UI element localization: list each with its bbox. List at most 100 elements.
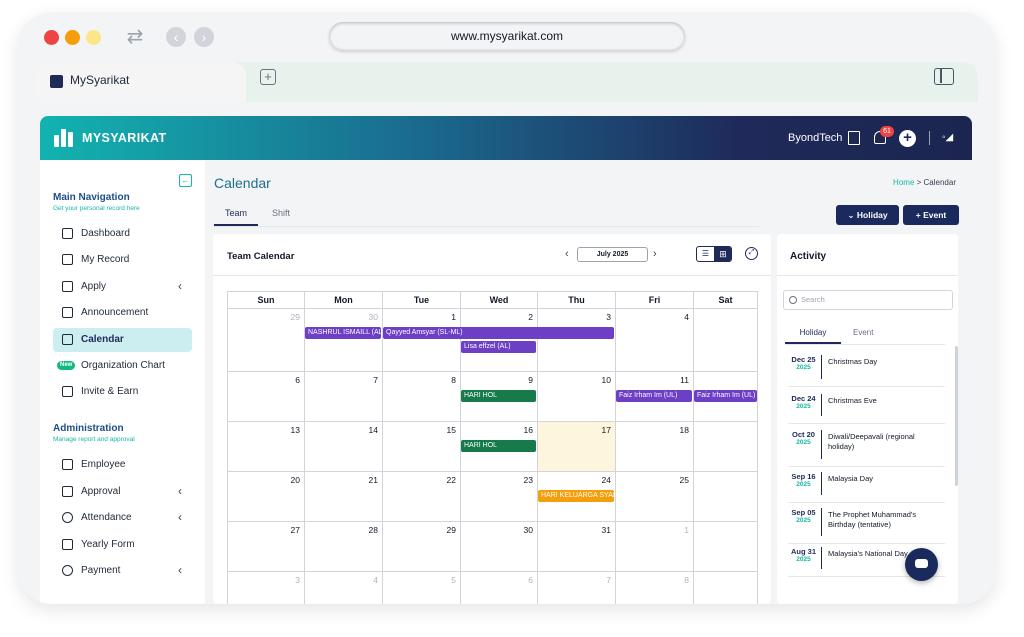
user-menu-icon[interactable]: ◦◢: [942, 132, 956, 143]
calendar-day-cell[interactable]: 14: [304, 422, 382, 472]
holiday-item[interactable]: Sep 16 2025 Malaysia Day: [788, 472, 945, 503]
folder-icon: [62, 254, 73, 265]
calendar-day-cell[interactable]: [693, 422, 758, 472]
calendar-day-cell[interactable]: 7: [537, 572, 615, 604]
company-name[interactable]: ByondTech: [788, 132, 842, 144]
calendar-event[interactable]: Faiz Irham Im (UL): [694, 390, 757, 402]
calendar-event[interactable]: Lisa effzel (AL): [461, 341, 536, 353]
calendar-day-cell[interactable]: 3: [227, 572, 304, 604]
calendar-day-cell[interactable]: 25: [615, 472, 693, 522]
calendar-day-cell[interactable]: 20: [227, 472, 304, 522]
activity-tab-holiday[interactable]: Holiday: [785, 328, 841, 344]
building-icon[interactable]: [848, 131, 860, 145]
calendar-day-cell[interactable]: 23: [460, 472, 537, 522]
sidebar-item-announcement[interactable]: Announcement: [53, 301, 192, 325]
activity-title: Activity: [790, 251, 827, 262]
calendar-day-cell[interactable]: 17: [537, 422, 615, 472]
sidebar-item-calendar[interactable]: Calendar: [53, 328, 192, 352]
grid-view-icon[interactable]: ⊞: [714, 247, 731, 261]
calendar-day-cell[interactable]: 4: [304, 572, 382, 604]
new-tab-icon[interactable]: +: [260, 69, 276, 85]
calendar-event[interactable]: HARI HOL: [461, 390, 536, 402]
calendar-day-cell[interactable]: 28: [304, 522, 382, 572]
sidebar-item-label: Invite & Earn: [81, 386, 139, 397]
sidebar-toggle-icon[interactable]: [934, 68, 954, 85]
calendar-day-cell[interactable]: [693, 522, 758, 572]
address-bar[interactable]: www.mysyarikat.com: [329, 22, 685, 50]
weekday-label: Mon: [304, 292, 382, 309]
minimize-window-button[interactable]: [65, 30, 80, 45]
sidebar-item-payment[interactable]: Payment ‹: [53, 559, 192, 583]
tab-shift[interactable]: Shift: [272, 206, 290, 226]
calendar-day-cell[interactable]: 29: [227, 309, 304, 372]
calendar-day-cell[interactable]: 15: [382, 422, 460, 472]
calendar-day-cell[interactable]: 6: [460, 572, 537, 604]
holiday-item[interactable]: Oct 20 2025 Diwali/Deepavali (regional hol…: [788, 430, 945, 467]
holiday-item[interactable]: Dec 24 2025 Christmas Eve: [788, 394, 945, 424]
sidebar-item-apply[interactable]: Apply ‹: [53, 275, 192, 299]
calendar-day-cell[interactable]: 8: [615, 572, 693, 604]
tab-team[interactable]: Team: [214, 206, 258, 226]
calendar-day-cell[interactable]: 10: [537, 372, 615, 422]
calendar-day-cell[interactable]: [693, 572, 758, 604]
sidebar-item-my-record[interactable]: My Record: [53, 248, 192, 272]
calendar-day-cell[interactable]: [693, 472, 758, 522]
calendar-day-cell[interactable]: 22: [382, 472, 460, 522]
next-month-button[interactable]: ›: [653, 248, 657, 260]
add-circle-button[interactable]: +: [899, 130, 916, 147]
sidebar-item-approval[interactable]: Approval ‹: [53, 480, 192, 504]
calendar-day-cell[interactable]: [693, 309, 758, 372]
expand-icon[interactable]: ⤢: [745, 247, 758, 260]
back-button[interactable]: ‹: [166, 27, 186, 47]
holiday-item[interactable]: Dec 25 2025 Christmas Day: [788, 355, 945, 387]
list-view-icon[interactable]: ☰: [697, 247, 714, 261]
holiday-item[interactable]: Sep 05 2025 The Prophet Muhammad's Birthda…: [788, 508, 945, 544]
calendar-day-cell[interactable]: 1: [382, 309, 460, 372]
browser-tab[interactable]: MySyarikat: [36, 62, 246, 102]
announcement-icon: [62, 307, 73, 318]
activity-search-input[interactable]: Search: [783, 290, 953, 310]
search-icon: [789, 296, 797, 304]
calendar-event[interactable]: HARI KELUARGA SYARIKAT: [538, 490, 614, 502]
calendar-day-cell[interactable]: 1: [615, 522, 693, 572]
chat-button[interactable]: [905, 548, 938, 581]
month-selector[interactable]: July 2025: [577, 247, 648, 262]
calendar-day-cell[interactable]: 7: [304, 372, 382, 422]
close-window-button[interactable]: [44, 30, 59, 45]
sync-icon[interactable]: ⇄: [124, 26, 146, 48]
holiday-name: Diwali/Deepavali (regional holiday): [828, 432, 915, 451]
calendar-event[interactable]: Faiz Irham Im (UL): [616, 390, 692, 402]
calendar-day-cell[interactable]: 4: [615, 309, 693, 372]
sidebar-item-organization-chart[interactable]: New Organization Chart: [53, 354, 192, 378]
sidebar-item-employee[interactable]: Employee: [53, 453, 192, 477]
sidebar-item-attendance[interactable]: Attendance ‹: [53, 506, 192, 530]
calendar-day-cell[interactable]: 27: [227, 522, 304, 572]
sidebar-item-invite-earn[interactable]: Invite & Earn: [53, 380, 192, 404]
calendar-day-cell[interactable]: 30: [460, 522, 537, 572]
maximize-window-button[interactable]: [86, 30, 101, 45]
collapse-sidebar-icon[interactable]: ←: [179, 174, 192, 187]
add-event-button[interactable]: + Event: [903, 205, 959, 225]
holiday-button[interactable]: ⌄ Holiday: [836, 205, 899, 225]
calendar-event[interactable]: HARI HOL: [461, 440, 536, 452]
calendar-day-cell[interactable]: 21: [304, 472, 382, 522]
calendar-day-cell[interactable]: 18: [615, 422, 693, 472]
calendar-day-cell[interactable]: 13: [227, 422, 304, 472]
forward-button[interactable]: ›: [194, 27, 214, 47]
calendar-day-cell[interactable]: 8: [382, 372, 460, 422]
day-number: 1: [451, 312, 456, 322]
activity-scrollbar[interactable]: [955, 346, 958, 486]
calendar-day-cell[interactable]: 6: [227, 372, 304, 422]
activity-tab-event[interactable]: Event: [853, 328, 873, 344]
calendar-day-cell[interactable]: 3: [537, 309, 615, 372]
sidebar-item-yearly-form[interactable]: Yearly Form: [53, 533, 192, 557]
calendar-event[interactable]: NASHRUL ISMAILL (AL): [305, 327, 381, 339]
calendar-day-cell[interactable]: 30: [304, 309, 382, 372]
calendar-day-cell[interactable]: 29: [382, 522, 460, 572]
breadcrumb-home[interactable]: Home: [893, 178, 914, 187]
calendar-event[interactable]: Qayyed Amsyar (SL-ML): [383, 327, 614, 339]
prev-month-button[interactable]: ‹: [565, 248, 569, 260]
calendar-day-cell[interactable]: 5: [382, 572, 460, 604]
calendar-day-cell[interactable]: 31: [537, 522, 615, 572]
sidebar-item-dashboard[interactable]: Dashboard: [53, 222, 192, 246]
